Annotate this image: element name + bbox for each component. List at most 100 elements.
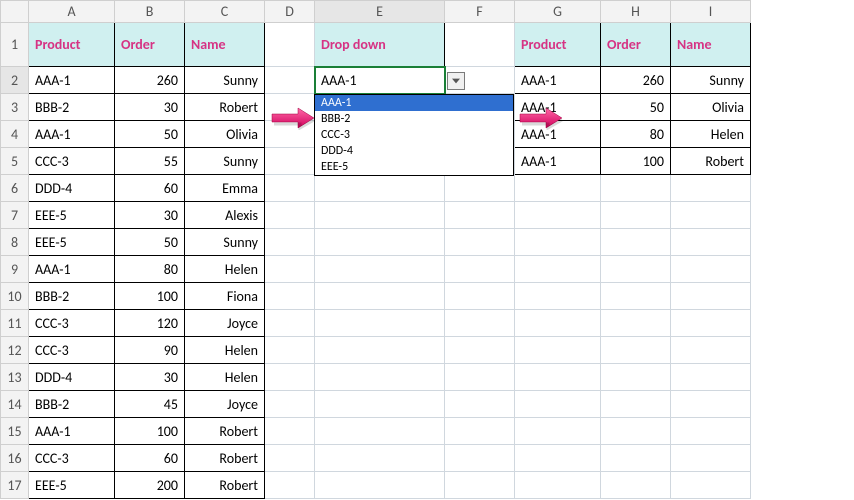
dropdown-option[interactable]: BBB-2 bbox=[315, 111, 513, 127]
cell[interactable] bbox=[315, 283, 445, 310]
row-header[interactable]: 13 bbox=[1, 364, 29, 391]
cell-name[interactable]: Robert bbox=[185, 418, 265, 445]
cell-product[interactable]: BBB-2 bbox=[29, 94, 115, 121]
cell[interactable] bbox=[265, 472, 315, 499]
row-header[interactable]: 6 bbox=[1, 175, 29, 202]
cell[interactable] bbox=[445, 472, 515, 499]
cell-product[interactable]: CCC-3 bbox=[29, 445, 115, 472]
cell[interactable] bbox=[265, 418, 315, 445]
cell[interactable] bbox=[445, 256, 515, 283]
cell[interactable] bbox=[265, 202, 315, 229]
cell[interactable] bbox=[601, 337, 671, 364]
cell[interactable] bbox=[515, 175, 601, 202]
cell-product[interactable]: BBB-2 bbox=[29, 283, 115, 310]
cell-order[interactable]: 30 bbox=[115, 364, 185, 391]
cell[interactable] bbox=[671, 283, 751, 310]
cell[interactable] bbox=[315, 418, 445, 445]
col-header-A[interactable]: A bbox=[29, 1, 115, 23]
cell[interactable] bbox=[445, 175, 515, 202]
cell-name[interactable]: Robert bbox=[185, 94, 265, 121]
cell[interactable] bbox=[671, 391, 751, 418]
cell[interactable] bbox=[515, 391, 601, 418]
row-header[interactable]: 9 bbox=[1, 256, 29, 283]
row-header[interactable]: 10 bbox=[1, 283, 29, 310]
cell-name[interactable]: Robert bbox=[671, 148, 751, 175]
row-header[interactable]: 3 bbox=[1, 94, 29, 121]
cell[interactable] bbox=[515, 310, 601, 337]
cell[interactable] bbox=[445, 337, 515, 364]
cell[interactable] bbox=[515, 337, 601, 364]
cell[interactable] bbox=[515, 229, 601, 256]
row-header[interactable]: 7 bbox=[1, 202, 29, 229]
cell-order[interactable]: 260 bbox=[601, 67, 671, 94]
cell-order[interactable]: 100 bbox=[601, 148, 671, 175]
cell[interactable] bbox=[601, 445, 671, 472]
cell[interactable] bbox=[445, 310, 515, 337]
cell[interactable] bbox=[265, 175, 315, 202]
row-header[interactable]: 11 bbox=[1, 310, 29, 337]
cell-order[interactable]: 90 bbox=[115, 337, 185, 364]
header-order-left[interactable]: Order bbox=[115, 23, 185, 67]
cell-name[interactable]: Joyce bbox=[185, 310, 265, 337]
cell-product[interactable]: CCC-3 bbox=[29, 310, 115, 337]
cell[interactable] bbox=[315, 229, 445, 256]
cell[interactable] bbox=[515, 283, 601, 310]
dropdown-cell[interactable]: AAA-1 bbox=[315, 67, 445, 94]
cell[interactable] bbox=[601, 472, 671, 499]
col-header-F[interactable]: F bbox=[445, 1, 515, 23]
cell[interactable] bbox=[265, 23, 315, 67]
cell-product[interactable]: EEE-5 bbox=[29, 229, 115, 256]
dropdown-list[interactable]: AAA-1 BBB-2 CCC-3 DDD-4 EEE-5 bbox=[314, 94, 514, 176]
row-header[interactable]: 12 bbox=[1, 337, 29, 364]
cell-product[interactable]: CCC-3 bbox=[29, 337, 115, 364]
cell[interactable] bbox=[445, 23, 515, 67]
header-product-left[interactable]: Product bbox=[29, 23, 115, 67]
cell[interactable] bbox=[601, 283, 671, 310]
cell-order[interactable]: 260 bbox=[115, 67, 185, 94]
cell-name[interactable]: Helen bbox=[185, 337, 265, 364]
cell-name[interactable]: Sunny bbox=[671, 67, 751, 94]
cell-order[interactable]: 60 bbox=[115, 175, 185, 202]
row-header[interactable]: 17 bbox=[1, 472, 29, 499]
cell-order[interactable]: 30 bbox=[115, 202, 185, 229]
cell-product[interactable]: BBB-2 bbox=[29, 391, 115, 418]
select-all-corner[interactable] bbox=[1, 1, 29, 23]
cell[interactable] bbox=[265, 337, 315, 364]
cell-product[interactable]: EEE-5 bbox=[29, 472, 115, 499]
cell[interactable] bbox=[601, 310, 671, 337]
cell-product[interactable]: AAA-1 bbox=[515, 148, 601, 175]
cell-order[interactable]: 100 bbox=[115, 283, 185, 310]
col-header-G[interactable]: G bbox=[515, 1, 601, 23]
cell[interactable] bbox=[601, 364, 671, 391]
cell-name[interactable]: Fiona bbox=[185, 283, 265, 310]
dropdown-option[interactable]: CCC-3 bbox=[315, 127, 513, 143]
cell[interactable] bbox=[445, 418, 515, 445]
cell[interactable] bbox=[445, 229, 515, 256]
cell-name[interactable]: Helen bbox=[185, 256, 265, 283]
cell-order[interactable]: 60 bbox=[115, 445, 185, 472]
cell-order[interactable]: 100 bbox=[115, 418, 185, 445]
cell-product[interactable]: AAA-1 bbox=[29, 67, 115, 94]
cell[interactable] bbox=[315, 472, 445, 499]
dropdown-option[interactable]: AAA-1 bbox=[315, 95, 513, 111]
cell[interactable] bbox=[315, 364, 445, 391]
cell-order[interactable]: 30 bbox=[115, 94, 185, 121]
cell-order[interactable]: 50 bbox=[115, 121, 185, 148]
header-product-right[interactable]: Product bbox=[515, 23, 601, 67]
cell-order[interactable]: 80 bbox=[601, 121, 671, 148]
cell[interactable] bbox=[671, 256, 751, 283]
grid[interactable]: A B C D E F G H I 1 Product Order Name D… bbox=[0, 0, 751, 499]
cell[interactable] bbox=[515, 445, 601, 472]
cell[interactable] bbox=[445, 202, 515, 229]
cell[interactable] bbox=[265, 391, 315, 418]
col-header-H[interactable]: H bbox=[601, 1, 671, 23]
cell[interactable] bbox=[601, 391, 671, 418]
cell[interactable] bbox=[515, 202, 601, 229]
cell-product[interactable]: AAA-1 bbox=[515, 67, 601, 94]
cell-order[interactable]: 120 bbox=[115, 310, 185, 337]
cell[interactable] bbox=[315, 202, 445, 229]
cell-name[interactable]: Robert bbox=[185, 472, 265, 499]
cell[interactable] bbox=[315, 175, 445, 202]
col-header-B[interactable]: B bbox=[115, 1, 185, 23]
cell[interactable] bbox=[445, 364, 515, 391]
